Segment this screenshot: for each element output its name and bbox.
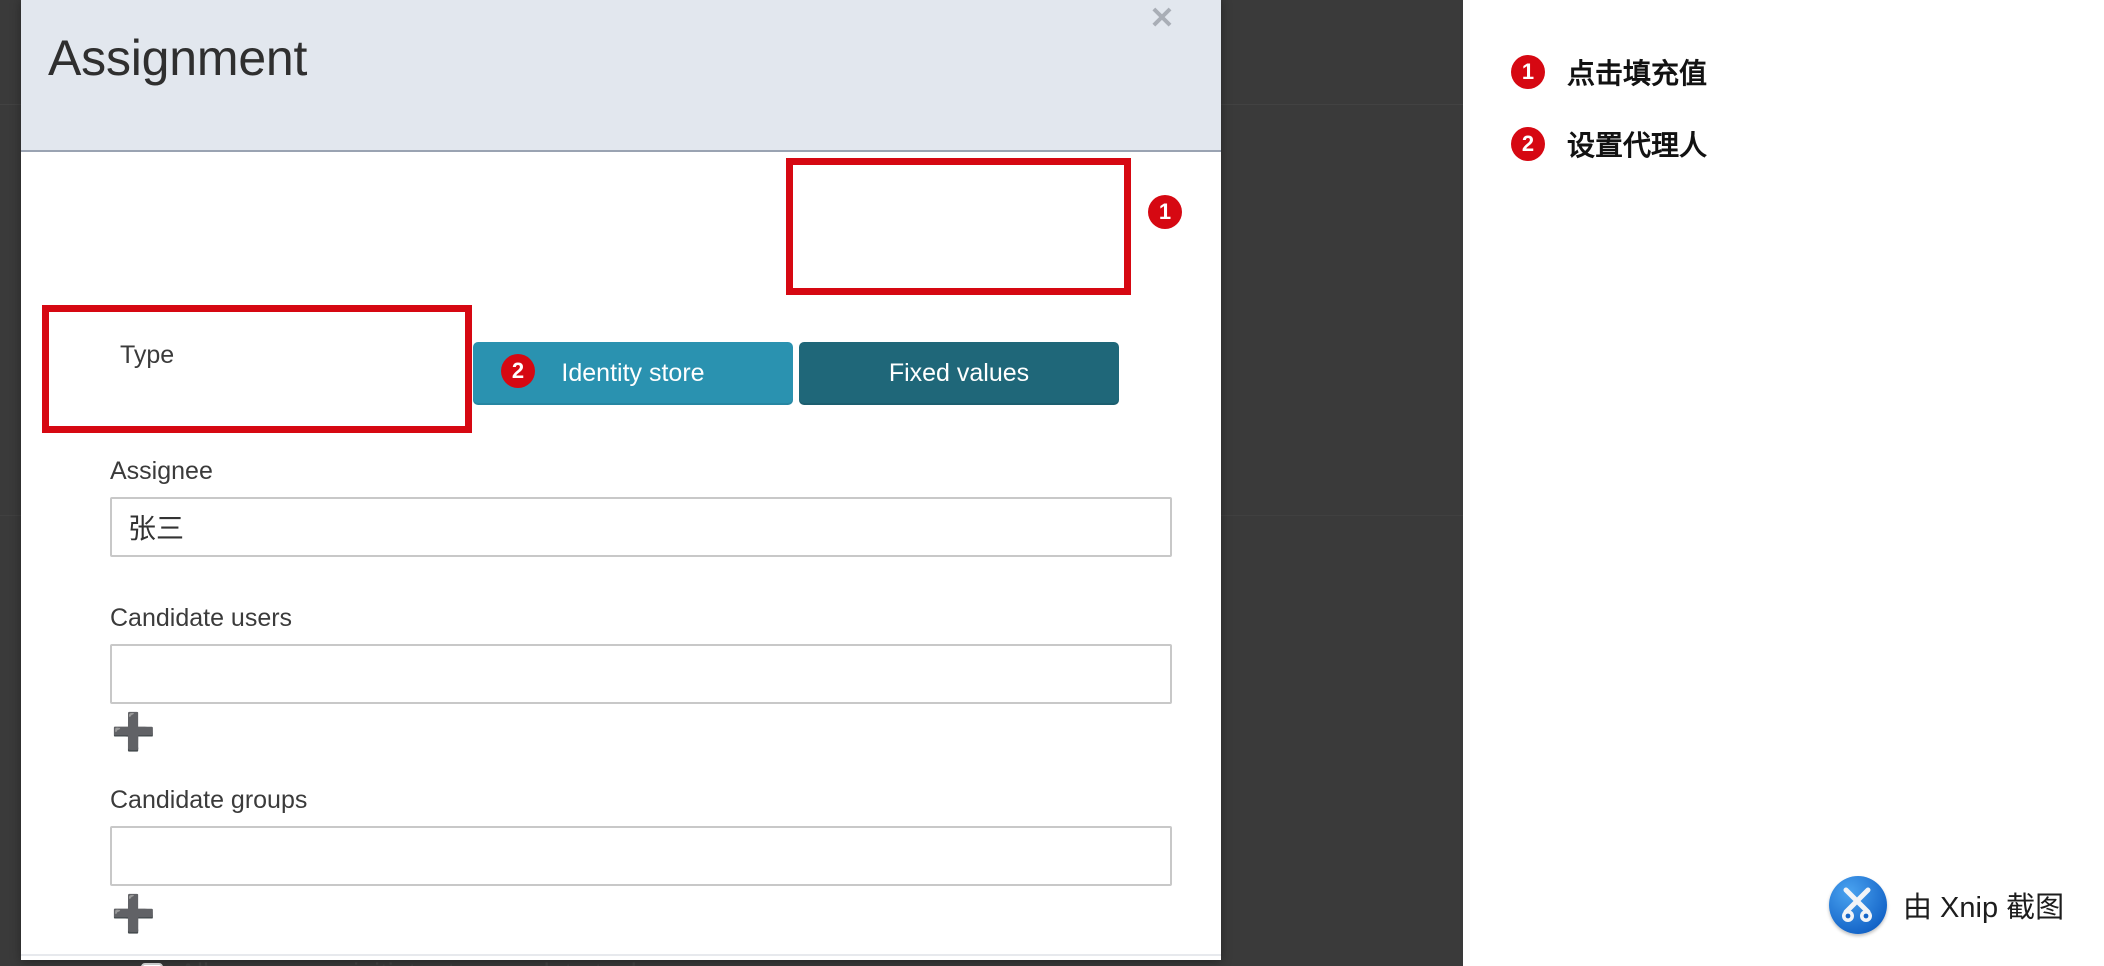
assignee-label: Assignee <box>110 457 213 485</box>
allow-initiator-label: Allow process initiator to complete task <box>179 958 644 966</box>
close-icon[interactable]: ✕ <box>1145 2 1179 36</box>
annotation-badge-2: 2 <box>501 354 535 388</box>
legend-text-1: 点击填充值 <box>1567 58 1708 89</box>
type-label: Type <box>120 341 175 369</box>
watermark-text: 由 Xnip 截图 <box>1903 892 2065 924</box>
dialog-body: Type Identity store Fixed values Assigne… <box>21 152 1221 966</box>
legend-text-2: 设置代理人 <box>1567 130 1708 161</box>
candidate-users-label: Candidate users <box>110 604 293 632</box>
add-candidate-group-plus-icon[interactable]: ➕ <box>111 896 156 932</box>
scissors-icon <box>1829 876 1887 934</box>
type-toggle-group: Identity store Fixed values <box>473 342 1119 405</box>
candidate-users-input[interactable] <box>110 644 1172 704</box>
assignee-input[interactable] <box>110 497 1172 557</box>
page-title: Assignment <box>48 30 308 86</box>
legend-item: 1 点击填充值 <box>1511 36 2051 108</box>
xnip-watermark: 由 Xnip 截图 <box>1829 876 2064 934</box>
legend-badge-2: 2 <box>1511 127 1545 161</box>
allow-initiator-checkbox[interactable] <box>141 962 163 966</box>
assignment-dialog: Assignment ✕ Type Identity store Fixed v… <box>21 0 1221 966</box>
annotation-legend: 1 点击填充值 2 设置代理人 <box>1511 36 2051 180</box>
dialog-header: Assignment ✕ <box>21 0 1221 152</box>
legend-item: 2 设置代理人 <box>1511 108 2051 180</box>
annotation-badge-1: 1 <box>1148 195 1182 229</box>
candidate-groups-input[interactable] <box>110 826 1172 886</box>
fixed-values-button[interactable]: Fixed values <box>799 342 1119 405</box>
footer-divider <box>21 954 1221 956</box>
allow-initiator-row[interactable]: Allow process initiator to complete task <box>141 958 644 966</box>
legend-badge-1: 1 <box>1511 55 1545 89</box>
screenshot-root: Assignment ✕ Type Identity store Fixed v… <box>0 0 2104 966</box>
add-candidate-user-plus-icon[interactable]: ➕ <box>111 714 156 750</box>
candidate-groups-label: Candidate groups <box>110 786 308 814</box>
